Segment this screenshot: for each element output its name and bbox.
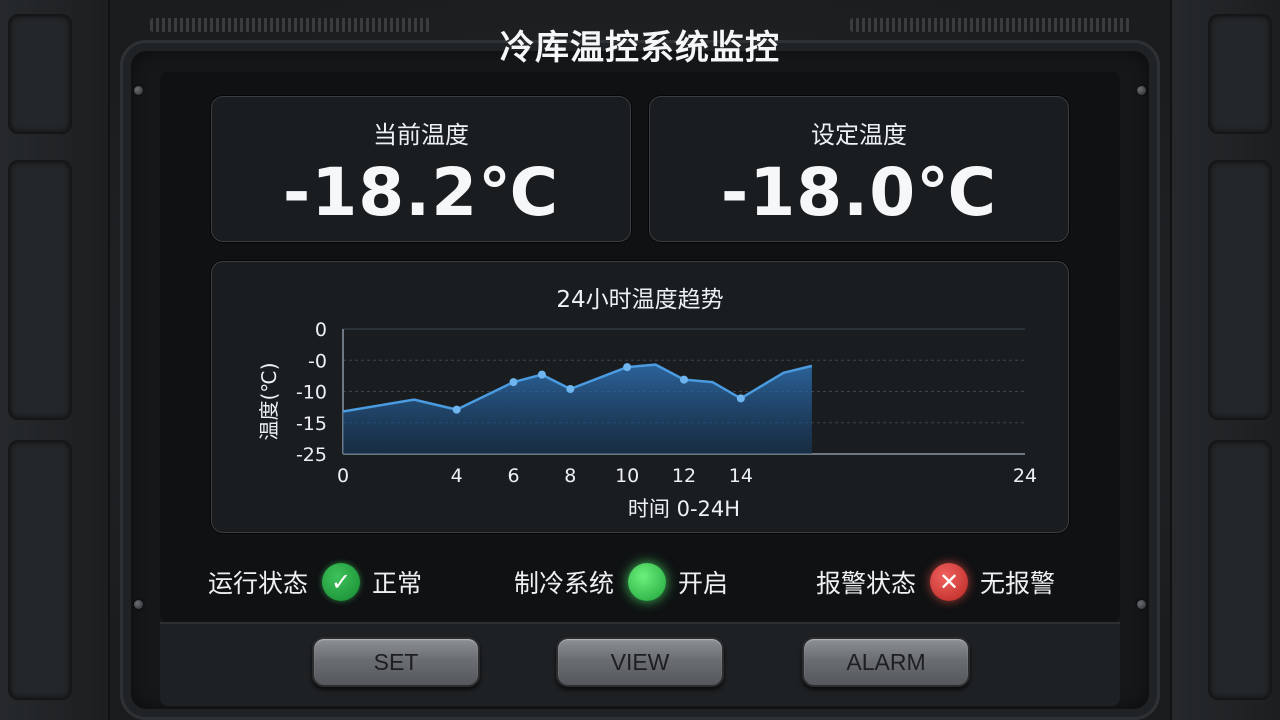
x-tick-label: 14 <box>729 465 753 487</box>
data-point <box>452 405 461 414</box>
cooling-status-label: 制冷系统 <box>514 569 615 598</box>
x-tick-label: 8 <box>564 465 576 487</box>
run-status-label: 运行状态 <box>208 569 309 598</box>
y-axis-label: 温度(℃) <box>257 362 281 440</box>
panel-plate <box>8 160 72 420</box>
setpoint-temperature-card: 设定温度 -18.0℃ <box>649 96 1069 242</box>
green-light-icon <box>628 563 667 601</box>
data-point <box>623 363 632 372</box>
x-tick-label: 4 <box>451 465 463 487</box>
data-point <box>509 378 518 387</box>
alarm-status: 报警状态 ✕ 无报警 <box>816 560 1055 604</box>
current-temperature-label: 当前温度 <box>373 121 469 149</box>
setpoint-temperature-value: -18.0℃ <box>720 154 998 231</box>
panel-plate <box>1208 160 1272 420</box>
cooling-status-value: 开启 <box>678 569 729 598</box>
data-point <box>736 394 745 403</box>
y-tick-label: -10 <box>296 382 327 404</box>
bolt-icon <box>1137 600 1146 609</box>
page-title: 冷库温控系统监控 <box>500 28 780 68</box>
alarm-status-value: 无报警 <box>980 569 1056 598</box>
alarm-button[interactable]: ALARM <box>802 637 970 687</box>
x-tick-label: 0 <box>337 465 349 487</box>
y-tick-label: -0 <box>308 350 327 372</box>
set-button[interactable]: SET <box>312 637 480 687</box>
run-status-value: 正常 <box>372 569 423 598</box>
chart-plot: 0 -0 -10 -15 -25 0 4 6 8 10 12 14 24 时间 0-24H 温度(℃) <box>257 319 1037 521</box>
y-tick-label: -25 <box>296 444 327 466</box>
setpoint-temperature-label: 设定温度 <box>811 121 907 149</box>
x-tick-label: 6 <box>507 465 519 487</box>
cooling-status: 制冷系统 开启 <box>514 560 728 604</box>
current-temperature-card: 当前温度 -18.2℃ <box>211 96 631 242</box>
current-temperature-value: -18.2℃ <box>282 154 560 231</box>
data-point <box>537 370 546 379</box>
panel-plate <box>1208 440 1272 700</box>
y-tick-label: -15 <box>296 413 327 435</box>
series-area <box>343 364 812 454</box>
x-icon: ✕ <box>930 563 969 601</box>
y-tick-label: 0 <box>315 319 327 341</box>
panel-plate <box>8 440 72 700</box>
temperature-trend-chart: 24小时温度趋势 0 -0 -10 -15 -25 0 4 6 8 10 12 14 24 时间 0-24… <box>211 261 1069 533</box>
x-tick-label: 12 <box>672 465 696 487</box>
x-tick-label: 10 <box>615 465 639 487</box>
data-point <box>566 385 575 393</box>
run-status: 运行状态 ✓ 正常 <box>208 560 422 604</box>
bolt-icon <box>134 600 143 609</box>
x-tick-label: 24 <box>1013 465 1037 487</box>
left-side-panel <box>0 0 110 720</box>
x-axis-label: 时间 0-24H <box>628 497 740 521</box>
view-button[interactable]: VIEW <box>556 637 724 687</box>
right-side-panel <box>1170 0 1280 720</box>
check-icon: ✓ <box>322 563 361 601</box>
data-point <box>680 375 688 384</box>
bolt-icon <box>1137 86 1146 95</box>
alarm-status-label: 报警状态 <box>816 569 917 598</box>
bolt-icon <box>134 86 143 95</box>
